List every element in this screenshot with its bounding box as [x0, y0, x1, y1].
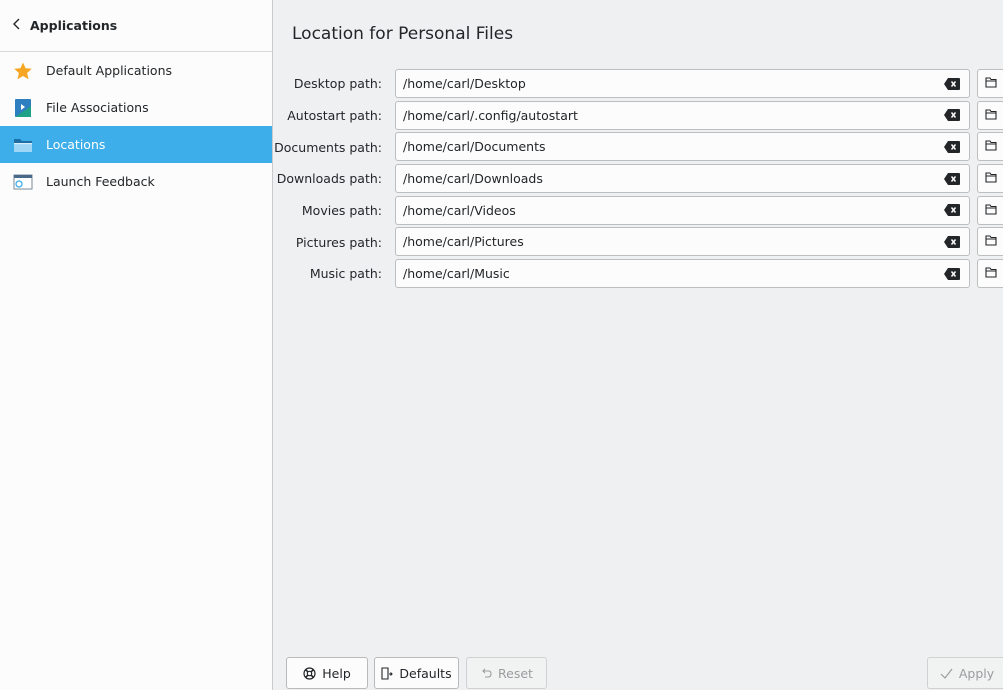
browse-folder-button[interactable] — [977, 132, 1003, 162]
path-value: /home/carl/Videos — [403, 202, 516, 218]
clear-icon[interactable] — [943, 108, 961, 122]
sidebar-item-label: Default Applications — [46, 63, 173, 78]
path-row-desktop: Desktop path: /home/carl/Desktop — [274, 68, 1003, 100]
reset-button[interactable]: Reset — [466, 657, 547, 689]
clear-icon[interactable] — [943, 140, 961, 154]
paths-form: Desktop path: /home/carl/Desktop Autosta… — [274, 68, 1003, 290]
browse-folder-button[interactable] — [977, 100, 1003, 130]
sidebar-item-label: File Associations — [46, 100, 149, 115]
path-label: Autostart path: — [287, 108, 382, 124]
sidebar-item-launch-feedback[interactable]: Launch Feedback — [0, 163, 272, 200]
clear-icon[interactable] — [943, 172, 961, 186]
help-button[interactable]: Help — [286, 657, 368, 689]
folder-open-icon — [984, 139, 997, 154]
downloads-path-field[interactable]: /home/carl/Downloads — [395, 164, 970, 194]
path-row-pictures: Pictures path: /home/carl/Pictures — [274, 226, 1003, 258]
defaults-label: Defaults — [399, 665, 452, 681]
file-associations-icon — [12, 97, 34, 119]
path-value: /home/carl/Downloads — [403, 171, 543, 187]
pictures-path-field[interactable]: /home/carl/Pictures — [395, 227, 970, 257]
path-row-downloads: Downloads path: /home/carl/Downloads — [274, 163, 1003, 195]
sidebar-item-file-associations[interactable]: File Associations — [0, 89, 272, 126]
reset-label: Reset — [498, 665, 533, 681]
path-label: Desktop path: — [293, 76, 382, 92]
path-label: Movies path: — [301, 203, 382, 219]
folder-icon — [12, 134, 34, 156]
music-path-field[interactable]: /home/carl/Music — [395, 259, 970, 289]
sidebar: Applications Default Applications File A… — [0, 0, 273, 690]
clear-icon[interactable] — [943, 235, 961, 249]
desktop-path-field[interactable]: /home/carl/Desktop — [395, 69, 970, 98]
apply-button[interactable]: Apply — [927, 657, 1003, 689]
main-panel: Location for Personal Files Desktop path… — [274, 0, 1003, 690]
browse-folder-button[interactable] — [977, 259, 1003, 289]
browse-folder-button[interactable] — [977, 227, 1003, 257]
autostart-path-field[interactable]: /home/carl/.config/autostart — [395, 100, 970, 130]
sidebar-item-label: Launch Feedback — [46, 174, 155, 189]
path-value: /home/carl/Desktop — [403, 76, 526, 91]
defaults-icon — [381, 666, 394, 680]
documents-path-field[interactable]: /home/carl/Documents — [395, 132, 970, 162]
sidebar-list: Default Applications File Associations L… — [0, 52, 272, 200]
browse-folder-button[interactable] — [977, 195, 1003, 225]
path-row-documents: Documents path: /home/carl/Documents — [274, 131, 1003, 163]
path-value: /home/carl/Documents — [403, 139, 546, 155]
path-label: Music path: — [309, 266, 382, 282]
defaults-button[interactable]: Defaults — [374, 657, 459, 689]
sidebar-item-label: Locations — [46, 137, 106, 152]
path-value: /home/carl/Pictures — [403, 234, 524, 250]
clear-icon[interactable] — [943, 267, 961, 281]
folder-open-icon — [984, 234, 997, 249]
checkmark-icon — [940, 668, 953, 679]
path-label: Documents path: — [274, 139, 382, 155]
page-title: Location for Personal Files — [292, 24, 514, 44]
sidebar-item-default-applications[interactable]: Default Applications — [0, 52, 272, 89]
folder-open-icon — [984, 266, 997, 281]
help-icon — [303, 666, 316, 680]
path-label: Downloads path: — [276, 171, 382, 187]
launch-feedback-icon — [12, 171, 34, 193]
apply-label: Apply — [958, 665, 995, 681]
star-icon — [12, 60, 34, 82]
browse-folder-button[interactable] — [977, 69, 1003, 98]
folder-open-icon — [984, 203, 997, 218]
back-to-applications[interactable]: Applications — [0, 0, 272, 52]
sidebar-item-locations[interactable]: Locations — [0, 126, 272, 163]
path-value: /home/carl/Music — [403, 266, 510, 282]
folder-open-icon — [984, 76, 997, 91]
path-row-music: Music path: /home/carl/Music — [274, 258, 1003, 290]
movies-path-field[interactable]: /home/carl/Videos — [395, 195, 970, 225]
path-label: Pictures path: — [295, 234, 382, 250]
path-row-autostart: Autostart path: /home/carl/.config/autos… — [274, 100, 1003, 132]
browse-folder-button[interactable] — [977, 164, 1003, 194]
path-value: /home/carl/.config/autostart — [403, 107, 578, 123]
folder-open-icon — [984, 171, 997, 186]
folder-open-icon — [984, 108, 997, 123]
undo-icon — [480, 667, 492, 679]
help-label: Help — [322, 665, 351, 681]
sidebar-title: Applications — [30, 18, 118, 33]
clear-icon[interactable] — [943, 203, 961, 217]
path-row-movies: Movies path: /home/carl/Videos — [274, 195, 1003, 227]
clear-icon[interactable] — [943, 77, 961, 91]
settings-window: Applications Default Applications File A… — [0, 0, 1003, 690]
chevron-left-icon — [12, 17, 22, 34]
